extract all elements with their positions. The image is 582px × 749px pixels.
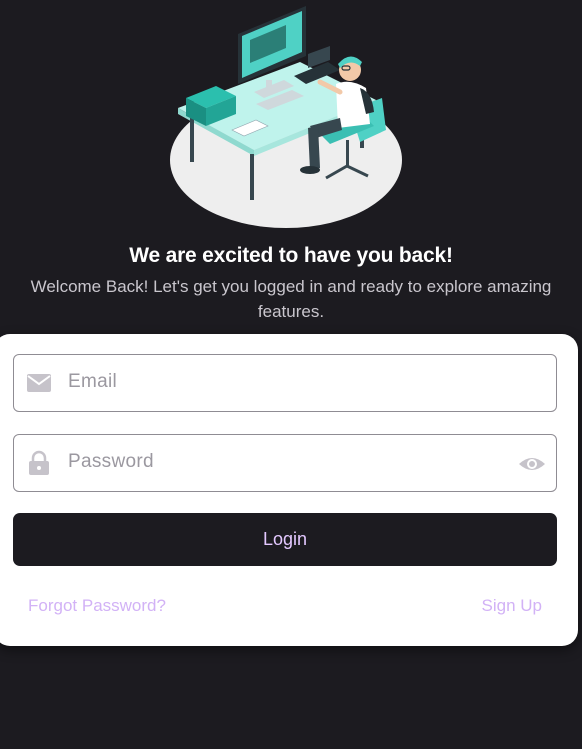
page-title: We are excited to have you back! bbox=[129, 244, 453, 267]
workspace-illustration bbox=[170, 6, 402, 228]
email-placeholder: Email bbox=[68, 371, 118, 392]
email-field[interactable]: Email bbox=[13, 354, 557, 412]
login-button[interactable]: Login bbox=[13, 513, 557, 566]
eye-icon[interactable] bbox=[518, 451, 546, 477]
page-subtitle: Welcome Back! Let's get you logged in an… bbox=[30, 277, 552, 321]
login-screen: We are excited to have you back! Welcome… bbox=[0, 0, 582, 749]
forgot-password-link[interactable]: Forgot Password? bbox=[28, 596, 166, 616]
sign-up-link[interactable]: Sign Up bbox=[482, 596, 542, 616]
mail-icon bbox=[27, 374, 51, 392]
password-field[interactable]: Password bbox=[13, 434, 557, 492]
lock-icon bbox=[29, 450, 49, 475]
password-placeholder: Password bbox=[68, 451, 154, 472]
